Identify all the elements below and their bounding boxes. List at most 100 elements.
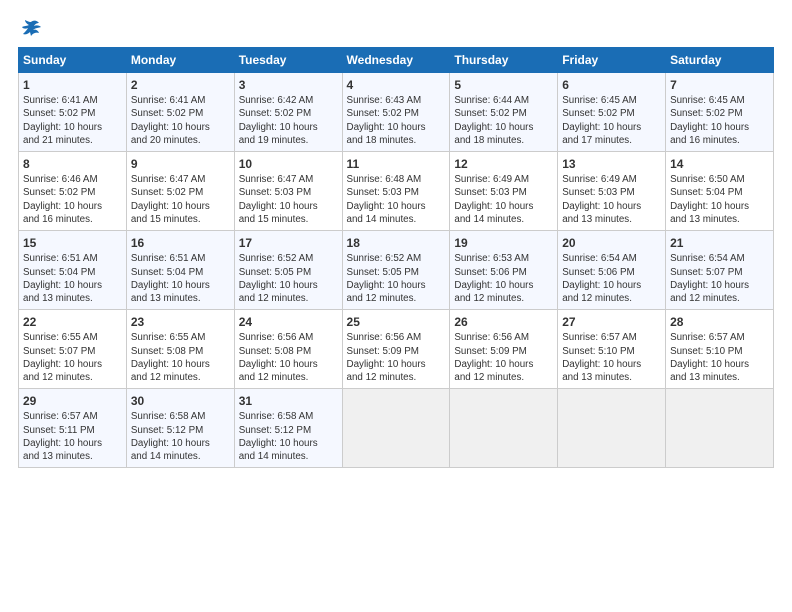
day-number: 7 [670,77,769,93]
day-info: Sunrise: 6:41 AMSunset: 5:02 PMDaylight:… [131,94,230,147]
day-info: Sunrise: 6:57 AMSunset: 5:10 PMDaylight:… [670,331,769,384]
day-info: Sunrise: 6:55 AMSunset: 5:07 PMDaylight:… [23,331,122,384]
day-number: 25 [347,314,446,330]
calendar-cell: 14Sunrise: 6:50 AMSunset: 5:04 PMDayligh… [666,152,774,231]
calendar-cell: 10Sunrise: 6:47 AMSunset: 5:03 PMDayligh… [234,152,342,231]
calendar-cell: 20Sunrise: 6:54 AMSunset: 5:06 PMDayligh… [558,231,666,310]
day-number: 6 [562,77,661,93]
calendar-cell: 23Sunrise: 6:55 AMSunset: 5:08 PMDayligh… [126,310,234,389]
day-number: 26 [454,314,553,330]
day-info: Sunrise: 6:54 AMSunset: 5:07 PMDaylight:… [670,252,769,305]
calendar-cell [342,389,450,468]
day-number: 11 [347,156,446,172]
day-number: 23 [131,314,230,330]
day-number: 19 [454,235,553,251]
day-number: 24 [239,314,338,330]
day-info: Sunrise: 6:45 AMSunset: 5:02 PMDaylight:… [670,94,769,147]
weekday-header-monday: Monday [126,48,234,73]
day-number: 13 [562,156,661,172]
day-number: 22 [23,314,122,330]
day-number: 2 [131,77,230,93]
calendar-cell: 28Sunrise: 6:57 AMSunset: 5:10 PMDayligh… [666,310,774,389]
weekday-header-friday: Friday [558,48,666,73]
day-number: 12 [454,156,553,172]
day-info: Sunrise: 6:51 AMSunset: 5:04 PMDaylight:… [23,252,122,305]
calendar-cell: 2Sunrise: 6:41 AMSunset: 5:02 PMDaylight… [126,73,234,152]
calendar-cell: 9Sunrise: 6:47 AMSunset: 5:02 PMDaylight… [126,152,234,231]
day-info: Sunrise: 6:57 AMSunset: 5:10 PMDaylight:… [562,331,661,384]
weekday-header-sunday: Sunday [19,48,127,73]
calendar-week-row: 1Sunrise: 6:41 AMSunset: 5:02 PMDaylight… [19,73,774,152]
calendar-cell: 6Sunrise: 6:45 AMSunset: 5:02 PMDaylight… [558,73,666,152]
calendar-cell: 18Sunrise: 6:52 AMSunset: 5:05 PMDayligh… [342,231,450,310]
header [18,18,774,41]
day-number: 14 [670,156,769,172]
calendar-cell: 31Sunrise: 6:58 AMSunset: 5:12 PMDayligh… [234,389,342,468]
day-number: 16 [131,235,230,251]
day-number: 27 [562,314,661,330]
calendar-cell: 7Sunrise: 6:45 AMSunset: 5:02 PMDaylight… [666,73,774,152]
day-info: Sunrise: 6:46 AMSunset: 5:02 PMDaylight:… [23,173,122,226]
day-info: Sunrise: 6:41 AMSunset: 5:02 PMDaylight:… [23,94,122,147]
day-info: Sunrise: 6:52 AMSunset: 5:05 PMDaylight:… [347,252,446,305]
calendar-week-row: 8Sunrise: 6:46 AMSunset: 5:02 PMDaylight… [19,152,774,231]
calendar-cell: 4Sunrise: 6:43 AMSunset: 5:02 PMDaylight… [342,73,450,152]
day-number: 28 [670,314,769,330]
calendar-cell: 16Sunrise: 6:51 AMSunset: 5:04 PMDayligh… [126,231,234,310]
calendar-cell: 15Sunrise: 6:51 AMSunset: 5:04 PMDayligh… [19,231,127,310]
day-info: Sunrise: 6:52 AMSunset: 5:05 PMDaylight:… [239,252,338,305]
day-info: Sunrise: 6:42 AMSunset: 5:02 PMDaylight:… [239,94,338,147]
day-number: 3 [239,77,338,93]
calendar-cell: 30Sunrise: 6:58 AMSunset: 5:12 PMDayligh… [126,389,234,468]
calendar-cell: 26Sunrise: 6:56 AMSunset: 5:09 PMDayligh… [450,310,558,389]
calendar-cell [558,389,666,468]
day-number: 1 [23,77,122,93]
day-number: 15 [23,235,122,251]
calendar-cell [450,389,558,468]
calendar-cell: 22Sunrise: 6:55 AMSunset: 5:07 PMDayligh… [19,310,127,389]
day-info: Sunrise: 6:56 AMSunset: 5:09 PMDaylight:… [347,331,446,384]
day-info: Sunrise: 6:53 AMSunset: 5:06 PMDaylight:… [454,252,553,305]
day-info: Sunrise: 6:49 AMSunset: 5:03 PMDaylight:… [454,173,553,226]
day-number: 9 [131,156,230,172]
day-number: 5 [454,77,553,93]
day-info: Sunrise: 6:43 AMSunset: 5:02 PMDaylight:… [347,94,446,147]
day-info: Sunrise: 6:54 AMSunset: 5:06 PMDaylight:… [562,252,661,305]
day-number: 31 [239,393,338,409]
weekday-header-tuesday: Tuesday [234,48,342,73]
calendar-cell: 24Sunrise: 6:56 AMSunset: 5:08 PMDayligh… [234,310,342,389]
calendar-cell: 11Sunrise: 6:48 AMSunset: 5:03 PMDayligh… [342,152,450,231]
day-info: Sunrise: 6:49 AMSunset: 5:03 PMDaylight:… [562,173,661,226]
calendar-cell [666,389,774,468]
calendar-cell: 13Sunrise: 6:49 AMSunset: 5:03 PMDayligh… [558,152,666,231]
calendar-cell: 27Sunrise: 6:57 AMSunset: 5:10 PMDayligh… [558,310,666,389]
day-info: Sunrise: 6:56 AMSunset: 5:09 PMDaylight:… [454,331,553,384]
day-number: 8 [23,156,122,172]
calendar-cell: 8Sunrise: 6:46 AMSunset: 5:02 PMDaylight… [19,152,127,231]
day-number: 17 [239,235,338,251]
calendar-table: SundayMondayTuesdayWednesdayThursdayFrid… [18,47,774,468]
weekday-header-wednesday: Wednesday [342,48,450,73]
day-number: 10 [239,156,338,172]
main-container: SundayMondayTuesdayWednesdayThursdayFrid… [0,0,792,478]
calendar-header-row: SundayMondayTuesdayWednesdayThursdayFrid… [19,48,774,73]
calendar-week-row: 15Sunrise: 6:51 AMSunset: 5:04 PMDayligh… [19,231,774,310]
day-info: Sunrise: 6:47 AMSunset: 5:02 PMDaylight:… [131,173,230,226]
day-info: Sunrise: 6:50 AMSunset: 5:04 PMDaylight:… [670,173,769,226]
day-info: Sunrise: 6:44 AMSunset: 5:02 PMDaylight:… [454,94,553,147]
calendar-cell: 29Sunrise: 6:57 AMSunset: 5:11 PMDayligh… [19,389,127,468]
weekday-header-thursday: Thursday [450,48,558,73]
day-info: Sunrise: 6:58 AMSunset: 5:12 PMDaylight:… [239,410,338,463]
logo [18,18,42,41]
day-info: Sunrise: 6:55 AMSunset: 5:08 PMDaylight:… [131,331,230,384]
day-number: 29 [23,393,122,409]
day-info: Sunrise: 6:57 AMSunset: 5:11 PMDaylight:… [23,410,122,463]
calendar-week-row: 29Sunrise: 6:57 AMSunset: 5:11 PMDayligh… [19,389,774,468]
logo-bird-icon [20,18,42,40]
calendar-cell: 5Sunrise: 6:44 AMSunset: 5:02 PMDaylight… [450,73,558,152]
day-info: Sunrise: 6:45 AMSunset: 5:02 PMDaylight:… [562,94,661,147]
day-number: 30 [131,393,230,409]
day-info: Sunrise: 6:48 AMSunset: 5:03 PMDaylight:… [347,173,446,226]
day-info: Sunrise: 6:56 AMSunset: 5:08 PMDaylight:… [239,331,338,384]
day-number: 18 [347,235,446,251]
